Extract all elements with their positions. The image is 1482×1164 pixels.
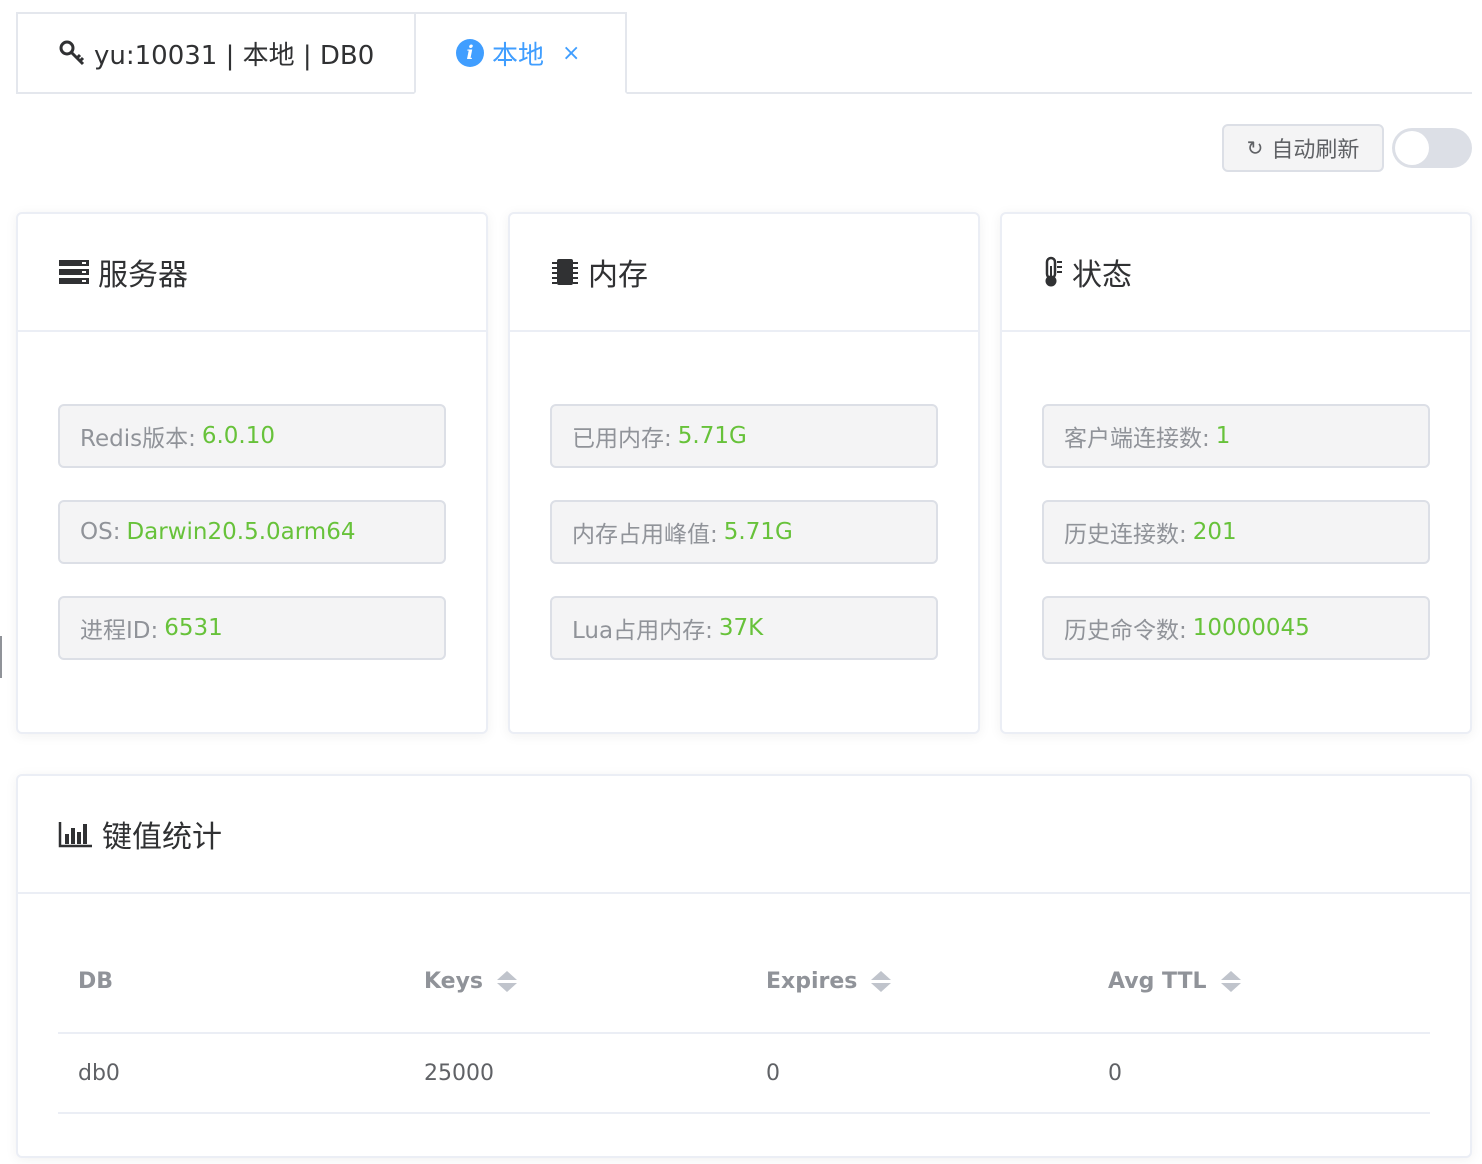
column-label: Expires	[766, 968, 858, 994]
toggle-knob	[1395, 131, 1429, 165]
server-icon	[58, 259, 90, 285]
memory-card-body: 已用内存: 5.71G 内存占用峰值: 5.71G Lua占用内存: 37K	[510, 332, 978, 660]
tab-bar: yu:10031 | 本地 | DB0 i 本地 ×	[16, 12, 1472, 94]
tab-info-label: 本地	[492, 40, 545, 71]
lua-memory-field: Lua占用内存: 37K	[550, 596, 938, 660]
field-label: 历史命令数:	[1064, 618, 1187, 644]
field-label: Redis版本:	[80, 426, 196, 452]
auto-refresh-label: 自动刷新	[1271, 138, 1360, 163]
field-label: OS:	[80, 519, 121, 545]
keystats-card-title: 键值统计	[102, 820, 222, 855]
field-value: 6.0.10	[201, 423, 275, 449]
column-label: Keys	[424, 968, 484, 994]
peak-memory-field: 内存占用峰值: 5.71G	[550, 500, 938, 564]
field-value: 37K	[718, 615, 764, 641]
field-value: 10000045	[1192, 615, 1310, 641]
server-card-header: 服务器	[18, 214, 486, 332]
field-value: 6531	[164, 615, 223, 641]
status-card-body: 客户端连接数: 1 历史连接数: 201 历史命令数: 10000045	[1002, 332, 1470, 660]
column-label: DB	[78, 968, 114, 994]
sort-icon[interactable]	[1220, 970, 1241, 992]
status-card-title: 状态	[1072, 258, 1132, 293]
auto-refresh-toggle[interactable]	[1392, 128, 1472, 168]
total-connections-field: 历史连接数: 201	[1042, 500, 1430, 564]
cell-avg-ttl: 0	[1108, 1060, 1122, 1086]
field-label: 客户端连接数:	[1064, 426, 1210, 452]
field-value: 5.71G	[677, 423, 747, 449]
server-card-body: Redis版本: 6.0.10 OS: Darwin20.5.0arm64 进程ID…	[18, 332, 486, 660]
cell-expires: 0	[766, 1060, 780, 1086]
field-label: 历史连接数:	[1064, 522, 1187, 548]
server-card: 服务器 Redis版本: 6.0.10 OS: Darwin20.5.0arm64 …	[16, 212, 488, 734]
column-avg-ttl[interactable]: Avg TTL	[1108, 930, 1241, 1032]
auto-refresh-button[interactable]: ↻ 自动刷新	[1222, 124, 1384, 172]
process-id-field: 进程ID: 6531	[58, 596, 446, 660]
refresh-icon: ↻	[1246, 136, 1264, 160]
column-label: Avg TTL	[1108, 968, 1207, 994]
tab-info[interactable]: i 本地 ×	[414, 12, 627, 94]
server-card-title: 服务器	[98, 258, 188, 293]
thermometer-icon	[1042, 256, 1064, 288]
keystats-card-header: 键值统计	[18, 776, 1470, 894]
memory-chip-icon	[550, 257, 580, 287]
field-label: Lua占用内存:	[572, 618, 713, 644]
client-connections-field: 客户端连接数: 1	[1042, 404, 1430, 468]
total-commands-field: 历史命令数: 10000045	[1042, 596, 1430, 660]
status-card-header: 状态	[1002, 214, 1470, 332]
cell-db: db0	[78, 1060, 120, 1086]
tab-connection[interactable]: yu:10031 | 本地 | DB0	[16, 12, 416, 94]
tab-connection-label: yu:10031 | 本地 | DB0	[94, 40, 375, 71]
keystats-table: DB Keys Expires Avg TTL db0 25000 0 0	[58, 930, 1430, 1114]
memory-card-title: 内存	[588, 258, 648, 293]
field-label: 内存占用峰值:	[572, 522, 718, 548]
close-icon[interactable]: ×	[562, 41, 580, 66]
field-value: 1	[1215, 423, 1231, 449]
field-value: Darwin20.5.0arm64	[126, 519, 356, 545]
table-row: db0 25000 0 0	[58, 1034, 1430, 1114]
column-db: DB	[78, 930, 113, 1032]
memory-card: 内存 已用内存: 5.71G 内存占用峰值: 5.71G Lua占用内存: 37K	[508, 212, 980, 734]
used-memory-field: 已用内存: 5.71G	[550, 404, 938, 468]
field-value: 201	[1192, 519, 1237, 545]
status-card: 状态 客户端连接数: 1 历史连接数: 201 历史命令数: 10000045	[1000, 212, 1472, 734]
field-label: 已用内存:	[572, 426, 672, 452]
field-value: 5.71G	[723, 519, 793, 545]
memory-card-header: 内存	[510, 214, 978, 332]
key-icon	[58, 39, 86, 67]
field-label: 进程ID:	[80, 618, 159, 644]
resize-handle[interactable]	[0, 636, 2, 678]
table-header: DB Keys Expires Avg TTL	[58, 930, 1430, 1034]
column-keys[interactable]: Keys	[424, 930, 518, 1032]
bar-chart-icon	[58, 820, 94, 848]
os-field: OS: Darwin20.5.0arm64	[58, 500, 446, 564]
redis-version-field: Redis版本: 6.0.10	[58, 404, 446, 468]
cell-keys: 25000	[424, 1060, 494, 1086]
column-expires[interactable]: Expires	[766, 930, 892, 1032]
sort-icon[interactable]	[497, 970, 518, 992]
info-icon: i	[456, 39, 484, 67]
sort-icon[interactable]	[871, 970, 892, 992]
